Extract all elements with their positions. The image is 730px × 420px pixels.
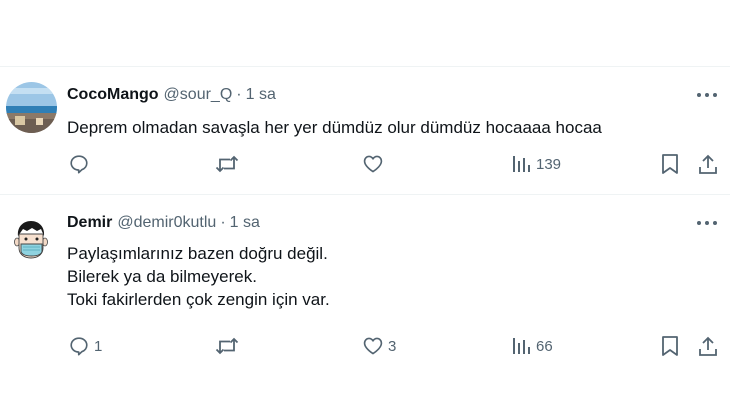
- masked-face-avatar-icon: [6, 214, 57, 265]
- tweet-2[interactable]: Demir @demir0kutlu · 1 sa Paylaşımlarını…: [0, 195, 730, 420]
- heart-outline-icon: [363, 155, 383, 173]
- view-count: 66: [536, 337, 553, 355]
- share-button[interactable]: [697, 153, 719, 175]
- views-button[interactable]: 66: [512, 335, 553, 357]
- bookmark-button[interactable]: [660, 335, 680, 357]
- reply-button[interactable]: [68, 153, 94, 175]
- tweet-header: Demir @demir0kutlu · 1 sa: [67, 214, 260, 232]
- share-upload-icon: [699, 336, 717, 356]
- reply-count: 1: [94, 337, 103, 355]
- retweet-arrows-icon: [215, 337, 239, 355]
- tweet-text: Paylaşımlarınız bazen doğru değil. Biler…: [67, 242, 330, 311]
- action-bar: 1 3 66: [0, 335, 730, 359]
- action-bar: 139: [0, 153, 730, 177]
- username[interactable]: @demir0kutlu: [117, 214, 216, 232]
- avatar[interactable]: [6, 82, 57, 133]
- display-name[interactable]: Demir: [67, 214, 112, 232]
- retweet-arrows-icon: [215, 155, 239, 173]
- bar-chart-icon: [513, 156, 530, 172]
- timestamp[interactable]: 1 sa: [230, 214, 260, 232]
- tweet-header: CocoMango @sour_Q · 1 sa: [67, 86, 276, 104]
- avatar[interactable]: [6, 214, 57, 265]
- timestamp[interactable]: 1 sa: [246, 86, 276, 104]
- retweet-button[interactable]: [215, 335, 243, 357]
- bookmark-button[interactable]: [660, 153, 680, 175]
- views-button[interactable]: 139: [512, 153, 561, 175]
- three-dots-icon: [697, 221, 717, 225]
- speech-bubble-icon: [70, 337, 88, 356]
- tweet-text: Deprem olmadan savaşla her yer dümdüz ol…: [67, 116, 602, 139]
- speech-bubble-icon: [70, 155, 88, 174]
- tweet-1[interactable]: CocoMango @sour_Q · 1 sa Deprem olmadan …: [0, 67, 730, 194]
- retweet-button[interactable]: [215, 153, 243, 175]
- like-button[interactable]: [362, 153, 388, 175]
- beach-photo-avatar-icon: [6, 82, 57, 133]
- bar-chart-icon: [513, 338, 530, 354]
- tweet-text-line: Paylaşımlarınız bazen doğru değil.: [67, 244, 328, 263]
- tweet-text-line: Toki fakirlerden çok zengin için var.: [67, 290, 330, 309]
- more-options-button[interactable]: [696, 91, 718, 103]
- bookmark-icon: [662, 154, 678, 174]
- like-count: 3: [388, 337, 397, 355]
- view-count: 139: [536, 155, 562, 173]
- separator-dot: ·: [220, 214, 226, 231]
- three-dots-icon: [697, 93, 717, 97]
- username[interactable]: @sour_Q: [164, 86, 233, 104]
- separator-dot: ·: [236, 86, 242, 103]
- like-button[interactable]: 3: [362, 335, 396, 357]
- heart-outline-icon: [363, 337, 383, 355]
- share-button[interactable]: [697, 335, 719, 357]
- tweet-text-line: Deprem olmadan savaşla her yer dümdüz ol…: [67, 118, 602, 137]
- reply-button[interactable]: 1: [68, 335, 102, 357]
- bookmark-icon: [662, 336, 678, 356]
- more-options-button[interactable]: [696, 219, 718, 231]
- share-upload-icon: [699, 154, 717, 174]
- tweet-text-line: Bilerek ya da bilmeyerek.: [67, 267, 257, 286]
- display-name[interactable]: CocoMango: [67, 86, 159, 104]
